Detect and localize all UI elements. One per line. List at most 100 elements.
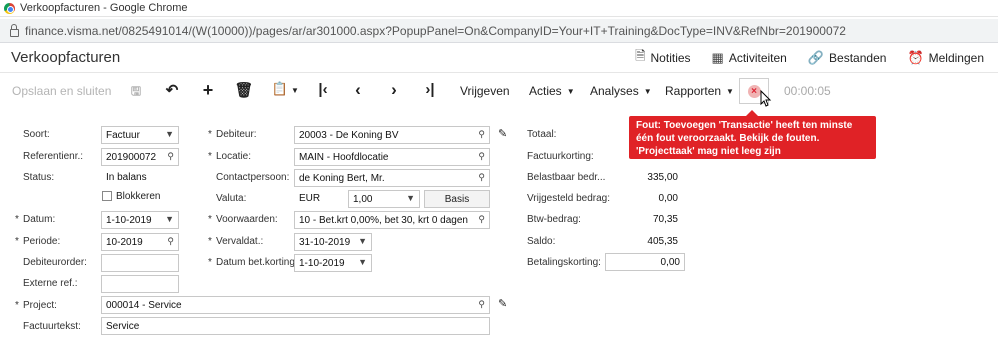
checkbox-icon[interactable] <box>102 191 112 202</box>
lock-icon <box>10 23 19 37</box>
save-icon[interactable]: 🖫 <box>126 82 146 103</box>
search-icon[interactable]: ⚲ <box>478 299 485 310</box>
window-title: Verkoopfacturen - Google Chrome <box>20 2 188 14</box>
chrome-icon <box>4 2 15 14</box>
external-ref-field[interactable] <box>101 275 179 293</box>
type-select[interactable]: Factuur ▼ <box>101 126 179 144</box>
header-actions: 🗎 Notities ▦ Activiteiten 🔗 Bestanden ⏰ Meld… <box>614 43 998 73</box>
page-title: Verkoopfacturen <box>11 49 121 66</box>
status-label: Status: <box>23 172 55 183</box>
error-tooltip: Fout: Toevoegen 'Transactie' heeft ten m… <box>629 110 876 159</box>
chevron-down-icon[interactable]: ▼ <box>291 86 299 95</box>
search-icon[interactable]: ⚲ <box>478 151 485 162</box>
search-icon[interactable]: ⚲ <box>167 236 174 247</box>
customer-field[interactable]: 20003 - De Koning BV ⚲ <box>294 126 490 144</box>
search-icon[interactable]: ⚲ <box>478 129 485 140</box>
exempt-amount-value: 0,00 <box>658 193 678 204</box>
note-icon: 🗎 <box>635 48 646 63</box>
mouse-cursor-icon <box>760 89 772 111</box>
chevron-down-icon: ▼ <box>566 86 575 96</box>
chevron-down-icon: ▼ <box>406 193 415 203</box>
url-text[interactable]: finance.visma.net/0825491014/(W(10000))/… <box>25 24 846 38</box>
delete-icon[interactable]: 🗑 <box>234 81 254 99</box>
save-close-button[interactable]: Opslaan en sluiten <box>12 84 111 98</box>
error-icon: × <box>747 84 761 98</box>
project-label: Project: <box>15 300 57 311</box>
status-value: In balans <box>106 172 147 183</box>
balance-value: 405,35 <box>647 236 678 247</box>
search-icon[interactable]: ⚲ <box>167 151 174 162</box>
invoice-text-field[interactable]: Service <box>101 317 490 335</box>
customer-order-field[interactable] <box>101 254 179 272</box>
discount-date-field[interactable]: 1-10-2019 ▼ <box>294 254 372 272</box>
paperclip-icon: 🔗 <box>807 50 825 65</box>
terms-label: Voorwaarden: <box>208 214 278 225</box>
discount-date-label: Datum bet.korting: <box>208 257 298 268</box>
analyses-menu[interactable]: Analyses ▼ <box>590 84 652 98</box>
taxable-amount-value: 335,00 <box>647 172 678 183</box>
due-date-field[interactable]: 31-10-2019 ▼ <box>294 233 372 251</box>
add-icon[interactable]: + <box>198 80 218 101</box>
notes-button[interactable]: 🗎 Notities <box>635 47 690 69</box>
vat-amount-value: 70,35 <box>652 214 678 225</box>
files-button[interactable]: 🔗 Bestanden <box>808 50 887 66</box>
invoice-text-label: Factuurtekst: <box>23 321 81 332</box>
calendar-icon: ▦ <box>711 50 724 65</box>
undo-icon[interactable]: ↶ <box>162 81 182 99</box>
customer-label: Debiteur: <box>208 129 256 140</box>
contact-person-field[interactable]: de Koning Bert, Mr. ⚲ <box>294 169 490 187</box>
timer: 00:00:05 <box>784 84 831 98</box>
browser-title-bar: Verkoopfacturen - Google Chrome <box>0 0 998 17</box>
search-icon[interactable]: ⚲ <box>478 172 485 183</box>
date-label: Datum: <box>15 214 55 225</box>
external-ref-label: Externe ref.: <box>23 278 78 289</box>
type-label: Soort: <box>23 129 50 140</box>
last-record-icon[interactable]: ›| <box>420 81 440 98</box>
reports-menu[interactable]: Rapporten ▼ <box>665 84 734 98</box>
period-label: Periode: <box>15 236 60 247</box>
activities-button[interactable]: ▦ Activiteiten <box>712 50 787 66</box>
customer-order-label: Debiteurorder: <box>23 257 87 268</box>
chevron-down-icon: ▼ <box>643 86 652 96</box>
reference-number-field[interactable]: 201900072 ⚲ <box>101 148 179 166</box>
payment-discount-label: Betalingskorting: <box>527 257 601 268</box>
first-record-icon[interactable]: |‹ <box>313 81 333 98</box>
block-checkbox[interactable]: Blokkeren <box>102 191 160 202</box>
clipboard-icon[interactable]: 📋 <box>270 81 290 97</box>
actions-menu[interactable]: Acties ▼ <box>529 84 575 98</box>
edit-pencil-icon[interactable]: ✎ <box>498 127 507 140</box>
chevron-down-icon: ▼ <box>726 86 734 96</box>
terms-field[interactable]: 10 - Bet.krt 0,00%, bet 30, krt 0 dagen ⚲ <box>294 211 490 229</box>
reference-number-label: Referentienr.: <box>23 151 84 162</box>
chevron-down-icon: ▼ <box>165 214 174 224</box>
due-date-label: Vervaldat.: <box>208 236 263 247</box>
release-button[interactable]: Vrijgeven <box>460 84 510 98</box>
taxable-amount-label: Belastbaar bedr... <box>527 172 606 183</box>
notifications-button[interactable]: ⏰ Meldingen <box>907 50 984 66</box>
payment-discount-field[interactable]: 0,00 <box>605 253 685 271</box>
previous-record-icon[interactable]: ‹ <box>348 80 368 100</box>
contact-person-label: Contactpersoon: <box>216 172 290 183</box>
alarm-icon: ⏰ <box>907 50 924 65</box>
vat-amount-label: Btw-bedrag: <box>527 214 581 225</box>
project-field[interactable]: 000014 - Service ⚲ <box>101 296 490 314</box>
period-field[interactable]: 10-2019 ⚲ <box>101 233 179 251</box>
balance-label: Saldo: <box>527 236 556 247</box>
search-icon[interactable]: ⚲ <box>478 214 485 225</box>
address-bar[interactable]: finance.visma.net/0825491014/(W(10000))/… <box>0 19 998 43</box>
total-label: Totaal: <box>527 129 557 140</box>
currency-value: EUR <box>299 193 321 204</box>
location-field[interactable]: MAIN - Hoofdlocatie ⚲ <box>294 148 490 166</box>
chevron-down-icon: ▼ <box>358 257 367 267</box>
chevron-down-icon: ▼ <box>358 236 367 246</box>
invoice-discount-label: Factuurkorting: <box>527 151 594 162</box>
edit-pencil-icon[interactable]: ✎ <box>498 297 507 310</box>
chevron-down-icon: ▼ <box>165 129 174 139</box>
currency-label: Valuta: <box>216 193 247 204</box>
exchange-rate-field[interactable]: 1,00 ▼ <box>348 190 420 208</box>
basis-button[interactable]: Basis <box>424 190 490 208</box>
location-label: Locatie: <box>208 151 251 162</box>
next-record-icon[interactable]: › <box>384 80 404 100</box>
page-header: Verkoopfacturen 🗎 Notities ▦ Activiteiten … <box>0 43 998 73</box>
date-field[interactable]: 1-10-2019 ▼ <box>101 211 179 229</box>
